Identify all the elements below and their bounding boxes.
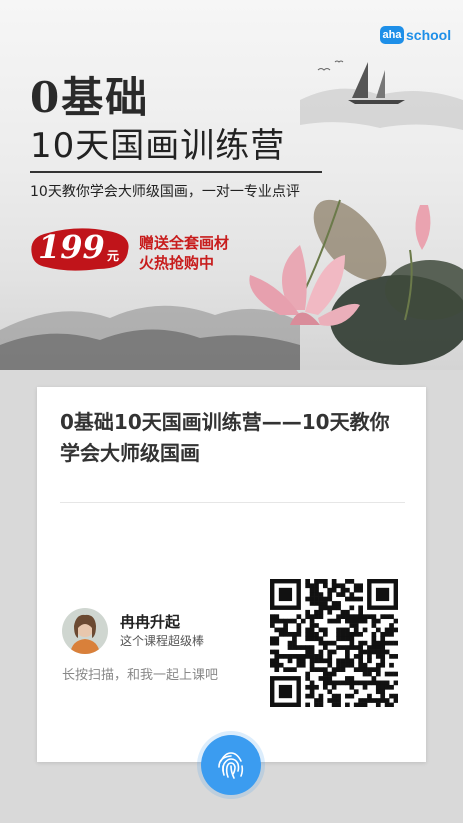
- course-poster: aha school 0基础 10天国画训练营 10天教你学会大师级国画，一对一…: [0, 0, 463, 370]
- share-card: 0基础10天国画训练营——10天教你学会大师级国画 冉冉升起 这个课程超级棒 长…: [37, 387, 426, 762]
- promo-text-gift: 赠送全套画材: [139, 234, 230, 252]
- user-avatar: [62, 608, 108, 654]
- price-unit: 元: [107, 249, 120, 263]
- course-title: 0基础10天国画训练营——10天教你学会大师级国画: [60, 410, 390, 465]
- card-divider: [60, 502, 405, 503]
- price-value: 199: [38, 228, 105, 266]
- user-comment: 这个课程超级棒: [120, 634, 205, 648]
- brand-logo: aha school: [380, 26, 451, 44]
- qr-code[interactable]: [270, 579, 398, 707]
- fingerprint-scan-button[interactable]: [201, 735, 261, 795]
- poster-title-line1: 0基础: [30, 73, 150, 122]
- brand-name: school: [406, 27, 452, 43]
- scan-hint: 长按扫描，和我一起上课吧: [62, 668, 219, 683]
- brand-badge: aha: [380, 26, 404, 44]
- fingerprint-icon: [218, 752, 244, 779]
- poster-title-line2: 10天国画训练营: [30, 126, 286, 166]
- title-divider: [30, 171, 322, 173]
- poster-subtitle: 10天教你学会大师级国画，一对一专业点评: [30, 184, 300, 200]
- user-name: 冉冉升起: [120, 613, 181, 631]
- promo-text-hot: 火热抢购中: [139, 254, 215, 272]
